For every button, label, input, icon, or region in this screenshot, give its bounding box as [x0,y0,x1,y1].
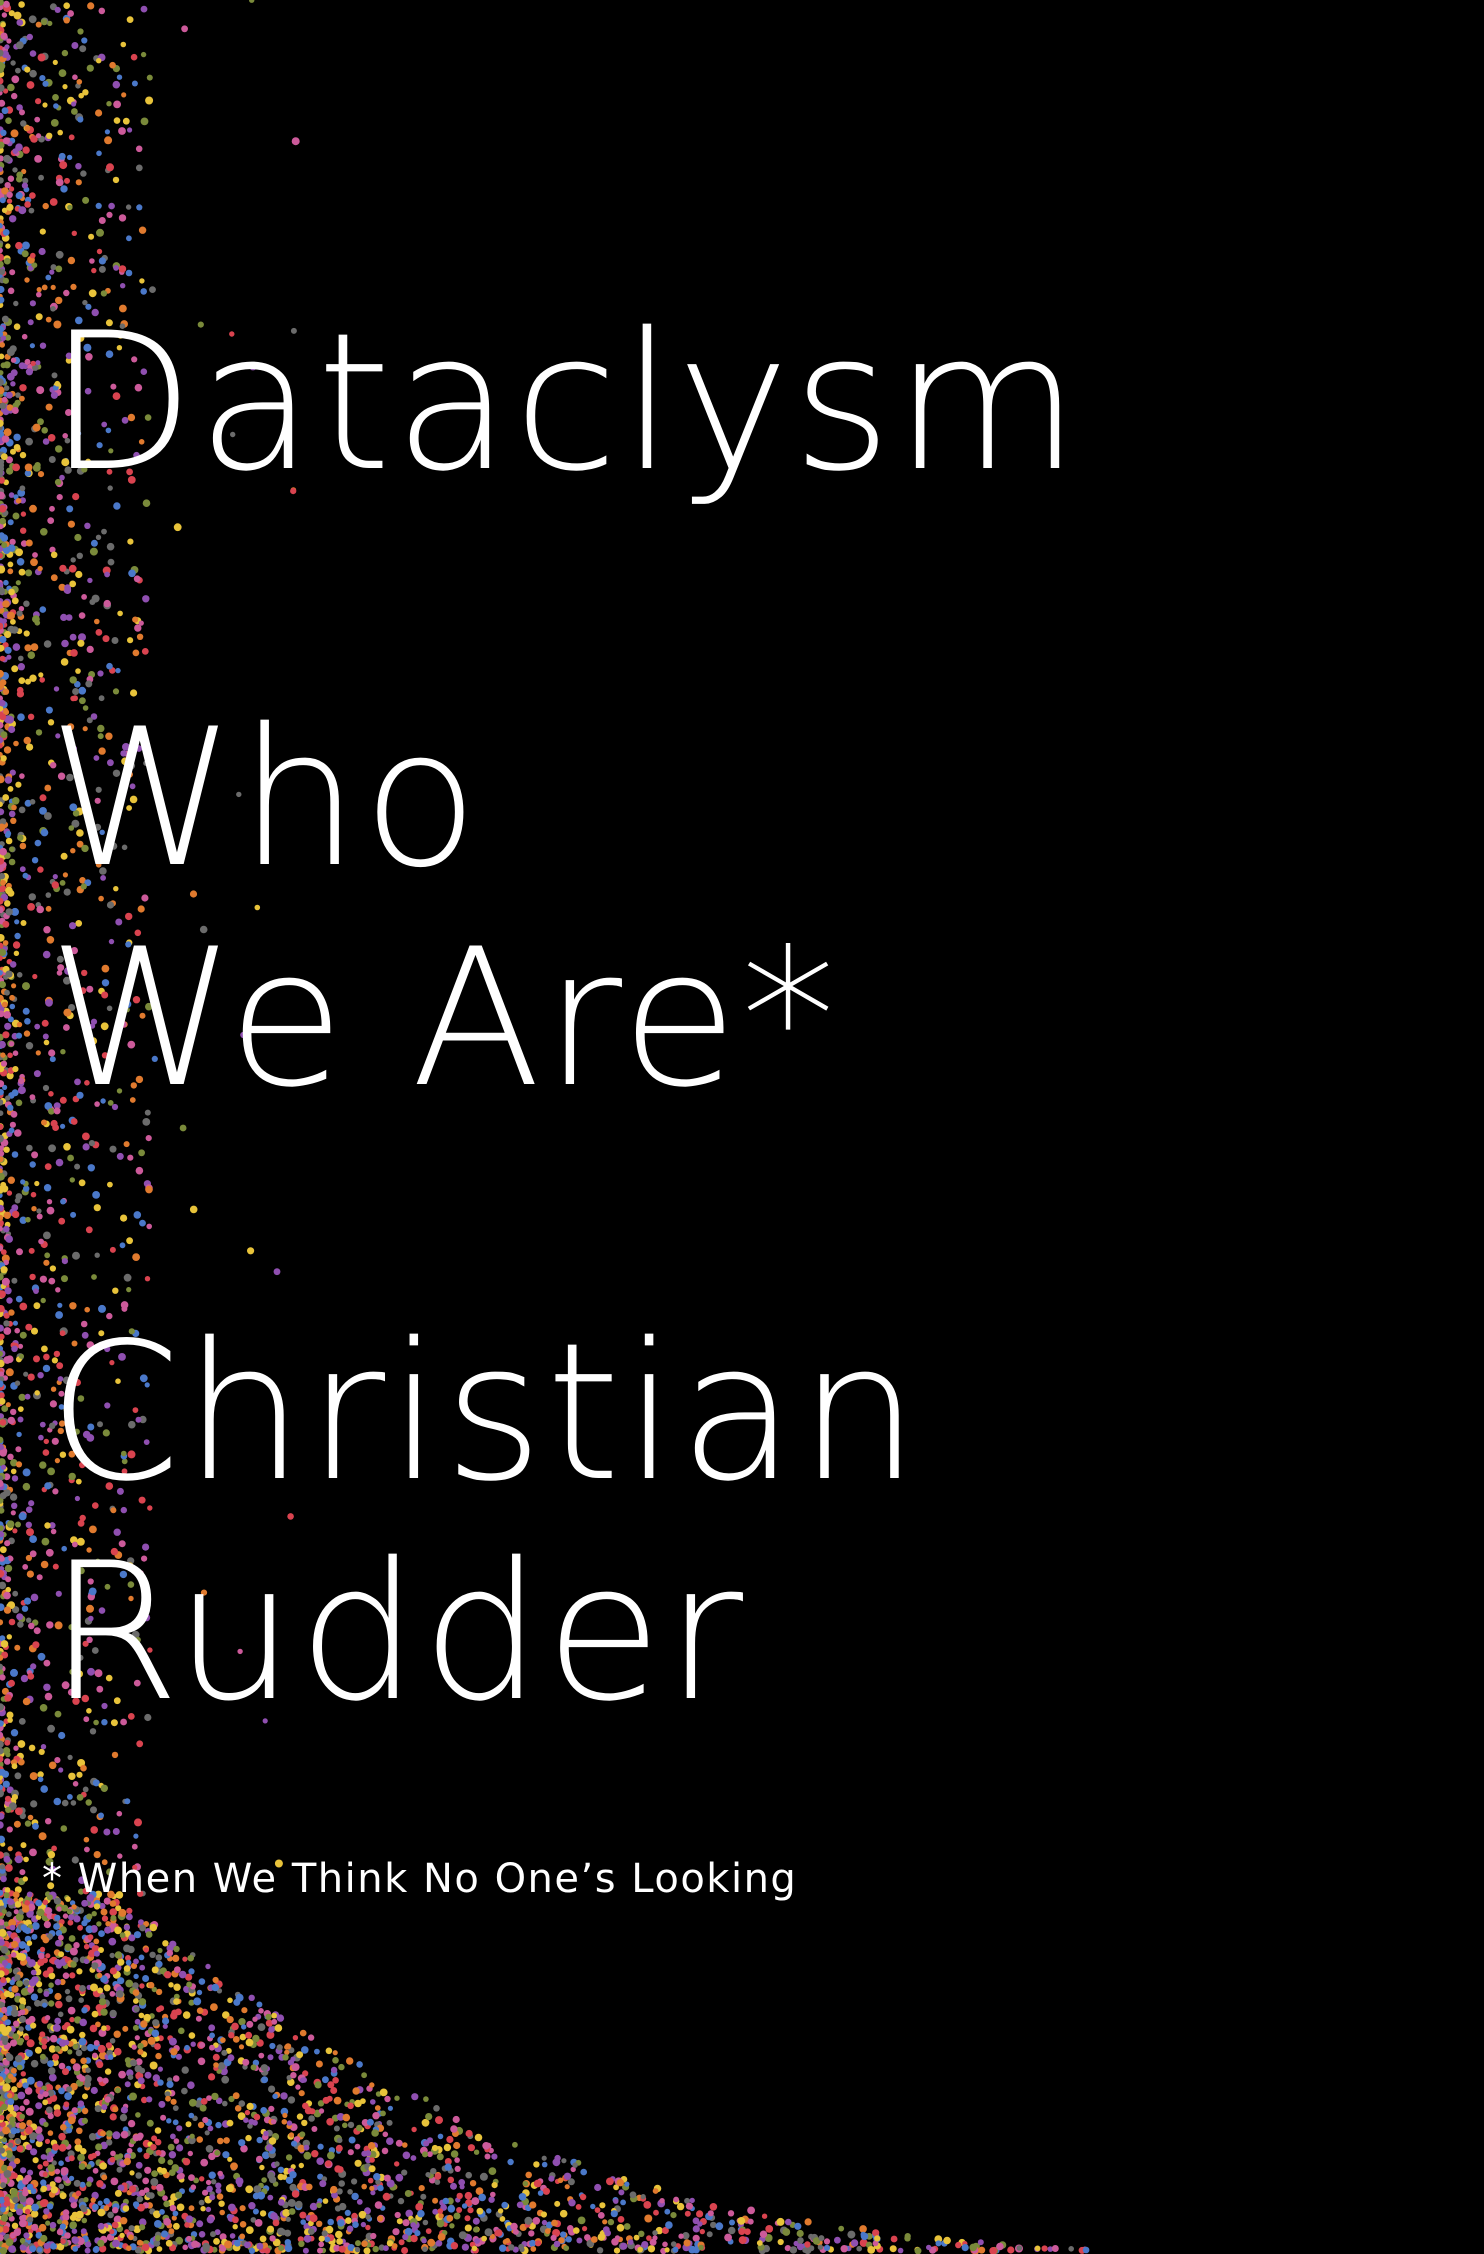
subtitle-line-2: We Are* [48,908,839,1129]
author-first-name: Christian [48,1302,923,1523]
book-title: Dataclysm [48,292,1083,513]
subtitle-line-1: Who [48,688,482,909]
subtitle-footnote: * When We Think No One’s Looking [42,1856,798,1902]
book-cover: Dataclysm Who We Are* Christian Rudder *… [0,0,1484,2254]
author-last-name: Rudder [48,1522,747,1743]
